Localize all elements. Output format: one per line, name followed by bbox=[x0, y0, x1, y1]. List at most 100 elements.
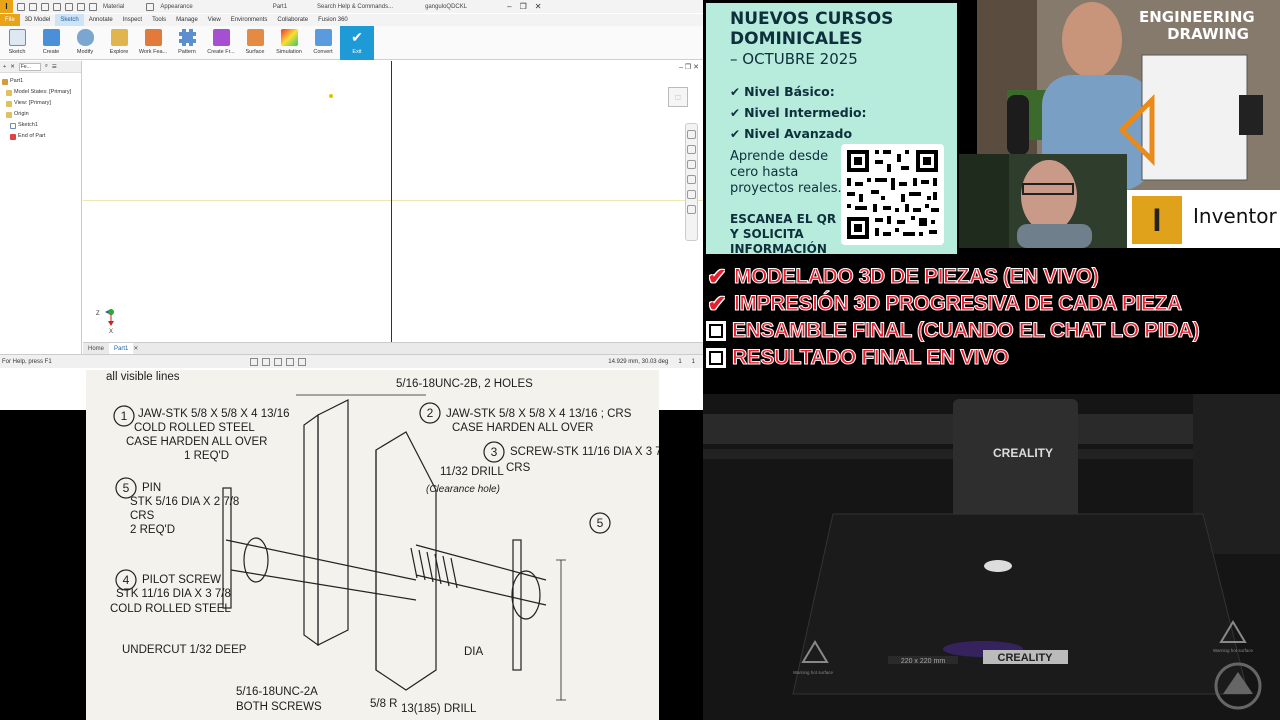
ribbon-modify-button[interactable]: Modify bbox=[68, 26, 102, 60]
checklist-item: ENSAMBLE FINAL (CUANDO EL CHAT LO PIDA) bbox=[706, 318, 1200, 344]
browser-search-input[interactable]: Fe... bbox=[18, 62, 41, 71]
appearance-icon[interactable] bbox=[146, 2, 155, 11]
status-tools bbox=[250, 357, 600, 366]
constraint-icon[interactable] bbox=[262, 357, 270, 366]
view-icon bbox=[6, 100, 12, 107]
tab-annotate[interactable]: Annotate bbox=[84, 14, 118, 26]
part-1-title: JAW-STK 5/8 x 5/8 x 4 13/16 bbox=[138, 408, 290, 420]
tree-item-end-of-part[interactable]: End of Part bbox=[2, 131, 79, 142]
ribbon-explore-button[interactable]: Explore bbox=[102, 26, 136, 60]
tree-item-view[interactable]: View: [Primary] bbox=[2, 98, 79, 109]
bed-brand: CREALITY bbox=[998, 652, 1054, 664]
minimize-icon[interactable]: – bbox=[507, 2, 511, 11]
search-icon[interactable]: ⌕ bbox=[45, 63, 48, 70]
dia-note: DIA bbox=[464, 646, 484, 658]
promo-subtitle: – OCTUBRE 2025 bbox=[730, 50, 858, 68]
inventor-app-icon[interactable]: I bbox=[0, 0, 13, 13]
document-title: Part1 bbox=[272, 3, 288, 10]
part-5-qty: 2 REQ'D bbox=[130, 524, 176, 536]
secondary-webcam-feed bbox=[959, 154, 1127, 248]
balloon-1-number: 1 bbox=[121, 409, 128, 423]
open-icon[interactable] bbox=[29, 2, 37, 11]
tab-sketch[interactable]: Sketch bbox=[55, 14, 84, 26]
tab-manage[interactable]: Manage bbox=[171, 14, 203, 26]
ribbon-pattern-button[interactable]: Pattern bbox=[170, 26, 204, 60]
tab-file[interactable]: File bbox=[0, 14, 20, 26]
material-icon[interactable] bbox=[89, 2, 97, 11]
promo-description: Aprende desde cero hasta proyectos reale… bbox=[730, 149, 842, 196]
browser-add-icon[interactable]: + bbox=[3, 64, 6, 70]
browser-close-icon[interactable]: ✕ bbox=[10, 64, 15, 70]
engineering-drawing-overlay: ENGINEERING DRAWING bbox=[1139, 8, 1255, 43]
tab-view[interactable]: View bbox=[203, 14, 226, 26]
tree-item-part[interactable]: Part1 bbox=[2, 76, 79, 87]
triad-x-label: X bbox=[109, 329, 113, 335]
grid-snap-icon[interactable] bbox=[250, 357, 258, 366]
zoom-icon[interactable] bbox=[687, 160, 696, 169]
dimension-icon[interactable] bbox=[274, 357, 282, 366]
dimension-line-right bbox=[556, 559, 566, 701]
tab-fusion-360[interactable]: Fusion 360 bbox=[313, 14, 353, 26]
ribbon-work-features-button[interactable]: Work Fea... bbox=[136, 26, 170, 60]
viewcube[interactable]: ⬚ bbox=[668, 87, 688, 107]
tree-item-origin[interactable]: Origin bbox=[2, 109, 79, 120]
close-icon[interactable]: ✕ bbox=[535, 2, 542, 11]
steering-wheel-icon[interactable] bbox=[687, 130, 696, 139]
checklist-item: ✔ MODELADO 3D DE PIEZAS (EN VIVO) bbox=[707, 264, 1100, 289]
tab-collaborate[interactable]: Collaborate bbox=[272, 14, 313, 26]
ribbon-simulation-button[interactable]: Simulation bbox=[272, 26, 306, 60]
inference-icon[interactable] bbox=[286, 357, 294, 366]
tab-tools[interactable]: Tools bbox=[147, 14, 171, 26]
graphics-viewport[interactable]: – ❐ ✕ ⬚ Z X bbox=[83, 61, 703, 342]
origin-folder-icon bbox=[6, 111, 12, 118]
restore-icon[interactable]: ❐ bbox=[520, 2, 527, 11]
tab-inspect[interactable]: Inspect bbox=[118, 14, 147, 26]
convert-icon bbox=[314, 29, 332, 46]
new-icon[interactable] bbox=[17, 2, 25, 11]
tab-home[interactable]: Home bbox=[83, 343, 109, 355]
redo-icon[interactable] bbox=[65, 2, 73, 11]
show-constraints-icon[interactable] bbox=[298, 357, 306, 366]
screw-head-2 bbox=[511, 570, 541, 620]
part-1-treatment: CASE HARDEN ALL OVER bbox=[126, 436, 268, 448]
menu-icon[interactable]: ☰ bbox=[52, 64, 57, 70]
tab-part1[interactable]: Part1 bbox=[109, 342, 134, 355]
home-icon[interactable] bbox=[77, 2, 85, 11]
ribbon-surface-button[interactable]: Surface bbox=[238, 26, 272, 60]
sketch-origin-point[interactable] bbox=[329, 94, 333, 98]
ribbon-create-freeform-button[interactable]: Create Fr... bbox=[204, 26, 238, 60]
material-dropdown[interactable]: Material bbox=[103, 4, 124, 10]
check-icon: ✔ bbox=[730, 105, 741, 120]
level-item-basic: ✔ Nivel Básico: bbox=[730, 84, 835, 99]
user-account[interactable]: ganguloQDCKL bbox=[425, 4, 467, 10]
nozzle-reflection bbox=[984, 560, 1012, 572]
part-5-material: CRS bbox=[130, 510, 155, 522]
ribbon-convert-button[interactable]: Convert bbox=[306, 26, 340, 60]
triad-x-arrow bbox=[108, 321, 114, 326]
viewport-window-controls[interactable]: – ❐ ✕ bbox=[679, 63, 699, 71]
status-help-text: For Help, press F1 bbox=[2, 358, 52, 365]
part-4-title: PILOT SCREW bbox=[142, 574, 222, 586]
triad-z-label: Z bbox=[96, 311, 100, 317]
undo-icon[interactable] bbox=[53, 2, 61, 11]
ribbon-sketch-button[interactable]: Sketch bbox=[0, 26, 34, 60]
search-help-input[interactable]: Search Help & Commands... bbox=[317, 4, 393, 10]
save-icon[interactable] bbox=[41, 2, 49, 11]
look-at-icon[interactable] bbox=[687, 190, 696, 199]
qr-code[interactable] bbox=[841, 144, 944, 245]
orbit-icon[interactable] bbox=[687, 175, 696, 184]
view-cube-toggle-icon[interactable] bbox=[687, 205, 696, 214]
tab-3d-model[interactable]: 3D Model bbox=[20, 14, 56, 26]
model-browser: + ✕ Fe... ⌕ ☰ Part1 Model States: [Prima… bbox=[0, 61, 82, 354]
finish-sketch-button[interactable]: ✔ Exit bbox=[340, 26, 374, 60]
close-tab-icon[interactable]: ✕ bbox=[133, 345, 138, 352]
checklist-item: RESULTADO FINAL EN VIVO bbox=[706, 345, 1010, 371]
ribbon-create-button[interactable]: Create bbox=[34, 26, 68, 60]
appearance-dropdown[interactable]: Appearance bbox=[160, 4, 192, 10]
pin-2 bbox=[512, 539, 522, 671]
tree-item-sketch[interactable]: Sketch1 bbox=[2, 120, 79, 131]
promo-call-to-action: ESCANEA EL QR Y SOLICITA INFORMACIÓN bbox=[730, 212, 837, 254]
tree-item-model-states[interactable]: Model States: [Primary] bbox=[2, 87, 79, 98]
pan-icon[interactable] bbox=[687, 145, 696, 154]
tab-environments[interactable]: Environments bbox=[226, 14, 273, 26]
